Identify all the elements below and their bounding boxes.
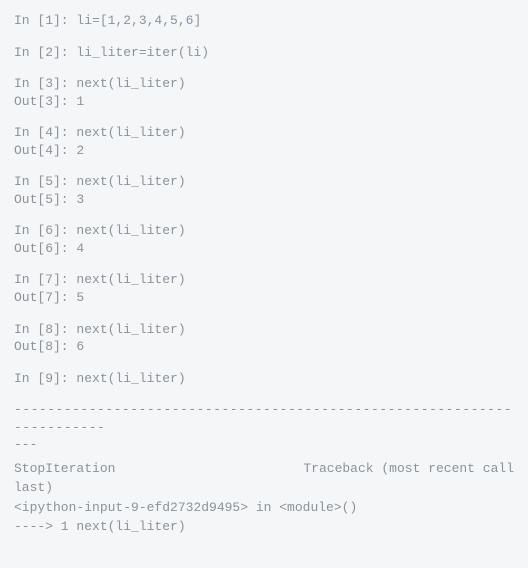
out-prompt: Out[6]:	[14, 241, 76, 256]
traceback-separator-cont: ---	[14, 436, 514, 454]
in-code: next(li_liter)	[76, 322, 185, 337]
input-line: In [6]: next(li_liter)	[14, 222, 514, 240]
out-prompt: Out[3]:	[14, 94, 76, 109]
output-line: Out[7]: 5	[14, 289, 514, 307]
cell: In [6]: next(li_liter)Out[6]: 4	[14, 222, 514, 257]
out-value: 1	[76, 94, 84, 109]
cell: In [9]: next(li_liter)	[14, 370, 514, 388]
output-line: Out[3]: 1	[14, 93, 514, 111]
out-value: 2	[76, 143, 84, 158]
cell: In [4]: next(li_liter)Out[4]: 2	[14, 124, 514, 159]
input-line: In [9]: next(li_liter)	[14, 370, 514, 388]
output-line: Out[6]: 4	[14, 240, 514, 258]
in-prompt: In [4]:	[14, 125, 76, 140]
in-prompt: In [5]:	[14, 174, 76, 189]
out-prompt: Out[5]:	[14, 192, 76, 207]
input-line: In [3]: next(li_liter)	[14, 75, 514, 93]
traceback-label: Traceback (most recent call	[303, 460, 514, 478]
in-prompt: In [2]:	[14, 45, 76, 60]
in-code: next(li_liter)	[76, 76, 185, 91]
in-prompt: In [9]:	[14, 371, 76, 386]
in-code: li=[1,2,3,4,5,6]	[76, 13, 201, 28]
ipython-session: In [1]: li=[1,2,3,4,5,6] In [2]: li_liter…	[14, 12, 514, 536]
in-code: next(li_liter)	[76, 174, 185, 189]
out-prompt: Out[7]:	[14, 290, 76, 305]
in-code: next(li_liter)	[76, 371, 185, 386]
input-line: In [7]: next(li_liter)	[14, 271, 514, 289]
output-line: Out[5]: 3	[14, 191, 514, 209]
out-value: 3	[76, 192, 84, 207]
out-prompt: Out[4]:	[14, 143, 76, 158]
out-prompt: Out[8]:	[14, 339, 76, 354]
input-line: In [5]: next(li_liter)	[14, 173, 514, 191]
cell: In [2]: li_liter=iter(li)	[14, 44, 514, 62]
input-line: In [1]: li=[1,2,3,4,5,6]	[14, 12, 514, 30]
input-line: In [8]: next(li_liter)	[14, 321, 514, 339]
in-code: next(li_liter)	[76, 272, 185, 287]
in-prompt: In [3]:	[14, 76, 76, 91]
in-code: li_liter=iter(li)	[76, 45, 209, 60]
out-value: 6	[76, 339, 84, 354]
cell: In [7]: next(li_liter)Out[7]: 5	[14, 271, 514, 306]
cell: In [8]: next(li_liter)Out[8]: 6	[14, 321, 514, 356]
input-line: In [2]: li_liter=iter(li)	[14, 44, 514, 62]
out-value: 4	[76, 241, 84, 256]
input-line: In [4]: next(li_liter)	[14, 124, 514, 142]
cell: In [3]: next(li_liter)Out[3]: 1	[14, 75, 514, 110]
traceback-file: <ipython-input-9-efd2732d9495> in <modul…	[14, 499, 514, 517]
traceback-header: StopIteration Traceback (most recent call	[14, 460, 514, 478]
cell: In [1]: li=[1,2,3,4,5,6]	[14, 12, 514, 30]
cell: In [5]: next(li_liter)Out[5]: 3	[14, 173, 514, 208]
in-prompt: In [1]:	[14, 13, 76, 28]
output-line: Out[8]: 6	[14, 338, 514, 356]
in-prompt: In [6]:	[14, 223, 76, 238]
in-prompt: In [8]:	[14, 322, 76, 337]
traceback-arrow-line: ----> 1 next(li_liter)	[14, 518, 514, 536]
traceback-label-cont: last)	[14, 479, 514, 497]
in-prompt: In [7]:	[14, 272, 76, 287]
out-value: 5	[76, 290, 84, 305]
in-code: next(li_liter)	[76, 223, 185, 238]
traceback-separator: ----------------------------------------…	[14, 401, 514, 436]
output-line: Out[4]: 2	[14, 142, 514, 160]
in-code: next(li_liter)	[76, 125, 185, 140]
exception-name: StopIteration	[14, 460, 115, 478]
